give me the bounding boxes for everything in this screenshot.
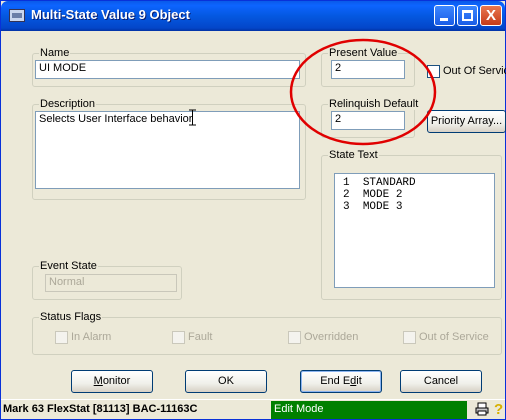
state-text: MODE 2 [362, 189, 403, 201]
out-of-service-checkbox[interactable] [427, 65, 440, 78]
description-field[interactable]: Selects User Interface behavior [35, 111, 300, 189]
mode-indicator: Edit Mode [271, 401, 467, 419]
event-state-label: Event State [39, 260, 98, 272]
event-state-field: Normal [45, 274, 177, 292]
app-icon [9, 9, 25, 22]
maximize-button[interactable] [457, 5, 478, 26]
text-cursor-icon [189, 109, 196, 126]
multi-state-value-dialog: Multi-State Value 9 Object X Name UI MOD… [0, 0, 506, 420]
in-alarm-checkbox [55, 331, 68, 344]
fault-checkbox [172, 331, 185, 344]
state-number: 3 [343, 201, 350, 213]
cancel-button[interactable]: Cancel [400, 370, 482, 393]
end-edit-label-rest: it [356, 375, 362, 387]
relinquish-default-field[interactable]: 2 [331, 111, 405, 130]
out-of-service-label: Out Of Service [443, 65, 506, 77]
title-bar[interactable]: Multi-State Value 9 Object X [1, 1, 505, 31]
state-text: MODE 3 [362, 201, 403, 213]
state-text-row[interactable]: 3 MODE 3 [343, 201, 494, 213]
close-button[interactable]: X [480, 5, 502, 26]
close-icon: X [485, 7, 496, 24]
ok-button[interactable]: OK [185, 370, 267, 393]
name-field[interactable]: UI MODE [35, 60, 300, 79]
device-info: Mark 63 FlexStat [81113] BAC-11163C [3, 403, 198, 415]
name-label: Name [39, 47, 71, 59]
overridden-label: Overridden [304, 331, 359, 343]
minimize-icon [440, 18, 448, 21]
relinquish-default-label: Relinquish Default [328, 98, 420, 110]
in-alarm-label: In Alarm [71, 331, 112, 343]
state-text: STANDARD [362, 177, 416, 189]
out-of-service-flag-label: Out of Service [419, 331, 489, 343]
out-of-service-flag-checkbox [403, 331, 416, 344]
priority-array-button[interactable]: Priority Array... [427, 110, 506, 133]
monitor-button[interactable]: Monitor [71, 370, 153, 393]
state-text-row[interactable]: 1 STANDARD [343, 177, 494, 189]
state-number: 1 [343, 177, 350, 189]
help-icon[interactable]: ? [494, 401, 504, 418]
description-label: Description [39, 98, 97, 110]
maximize-icon [462, 10, 473, 21]
printer-icon[interactable] [475, 402, 489, 416]
state-text-row[interactable]: 2 MODE 2 [343, 189, 494, 201]
state-text-label: State Text [328, 149, 379, 161]
state-text-list[interactable]: 1 STANDARD 2 MODE 2 3 MODE 3 [334, 173, 495, 288]
window-title: Multi-State Value 9 Object [31, 7, 190, 22]
overridden-checkbox [288, 331, 301, 344]
status-flags-label: Status Flags [39, 311, 103, 323]
fault-label: Fault [188, 331, 213, 343]
monitor-accel: M [93, 375, 103, 387]
status-bar: Mark 63 FlexStat [81113] BAC-11163C Edit… [1, 399, 505, 419]
present-value-field[interactable]: 2 [331, 60, 405, 79]
minimize-button[interactable] [434, 5, 455, 26]
present-value-label: Present Value [328, 47, 399, 59]
monitor-label-rest: onitor [102, 375, 131, 387]
end-edit-button[interactable]: End Edit [300, 370, 382, 393]
state-number: 2 [343, 189, 350, 201]
end-edit-label-start: End E [320, 375, 351, 387]
